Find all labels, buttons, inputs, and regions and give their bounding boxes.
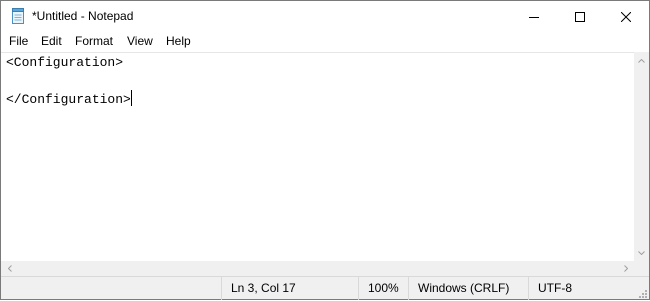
scrollbar-corner	[634, 261, 649, 276]
text-caret	[130, 90, 132, 106]
text-editor[interactable]: <Configuration> ​ </Configuration>	[1, 52, 634, 261]
status-cursor-position: Ln 3, Col 17	[221, 277, 358, 300]
chevron-right-icon	[623, 265, 628, 272]
menu-file[interactable]: File	[9, 34, 28, 48]
notepad-icon[interactable]	[10, 8, 26, 24]
status-encoding: UTF-8	[528, 277, 628, 300]
close-button[interactable]	[603, 1, 649, 32]
maximize-button[interactable]	[557, 1, 603, 32]
editor-content: <Configuration> ​ </Configuration>	[6, 54, 132, 109]
maximize-icon	[575, 11, 585, 22]
scroll-down-button[interactable]	[634, 244, 649, 261]
vertical-scrollbar[interactable]	[634, 52, 649, 261]
minimize-button[interactable]	[511, 1, 557, 32]
editor-line: ​	[6, 72, 132, 90]
resize-grip-icon[interactable]	[637, 287, 647, 298]
chevron-left-icon	[7, 265, 12, 272]
menu-edit[interactable]: Edit	[41, 34, 62, 48]
scroll-up-button[interactable]	[634, 52, 649, 69]
minimize-icon	[529, 16, 539, 18]
chevron-up-icon	[638, 58, 645, 63]
menu-format[interactable]: Format	[75, 34, 113, 48]
editor-line: </Configuration>	[6, 90, 132, 109]
close-icon	[621, 11, 631, 22]
window-title: *Untitled - Notepad	[32, 9, 134, 23]
notepad-window: *Untitled - Notepad File Edit Format Vie…	[0, 0, 650, 300]
menu-bar: File Edit Format View Help	[1, 32, 649, 52]
status-line-ending: Windows (CRLF)	[408, 277, 528, 300]
chevron-down-icon	[638, 250, 645, 255]
editor-line-text: </Configuration>	[6, 92, 131, 107]
title-bar[interactable]: *Untitled - Notepad	[1, 1, 649, 32]
status-zoom: 100%	[358, 277, 408, 300]
scroll-right-button[interactable]	[617, 261, 634, 276]
menu-help[interactable]: Help	[166, 34, 191, 48]
status-bar: Ln 3, Col 17 100% Windows (CRLF) UTF-8	[1, 276, 649, 300]
menu-view[interactable]: View	[127, 34, 153, 48]
editor-line: <Configuration>	[6, 55, 124, 70]
horizontal-scrollbar[interactable]	[1, 261, 634, 276]
scroll-left-button[interactable]	[1, 261, 18, 276]
